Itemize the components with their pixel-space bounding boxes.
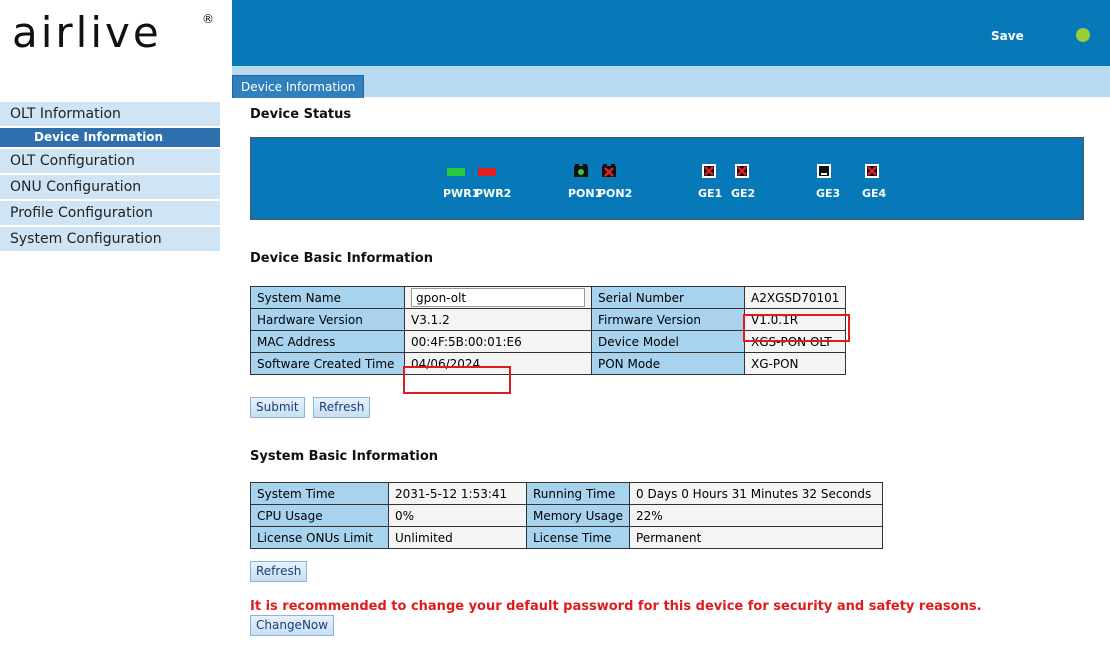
submit-button[interactable]: Submit — [250, 397, 305, 418]
save-button[interactable]: Save — [991, 29, 1024, 43]
system-name-input[interactable] — [411, 288, 585, 307]
device-status-panel: PWR1 PWR2 PON1 PON2 GE1 GE2 GE3 GE4 — [250, 137, 1084, 220]
ge3-port-icon — [817, 164, 831, 178]
memory-usage-label: Memory Usage — [525, 504, 631, 527]
ge4-label: GE4 — [862, 187, 887, 200]
logo-area: airlive ® — [0, 0, 232, 97]
serial-number-value: A2XGSD70101 — [743, 286, 847, 309]
refresh-device-info-button[interactable]: Refresh — [313, 397, 371, 418]
firmware-version-highlight — [743, 314, 850, 342]
change-now-button[interactable]: ChangeNow — [250, 615, 335, 636]
hardware-version-label: Hardware Version — [250, 308, 405, 331]
ge1-port-icon — [702, 164, 716, 178]
pon-mode-label: PON Mode — [591, 352, 745, 375]
ge1-label: GE1 — [698, 187, 723, 200]
serial-number-label: Serial Number — [591, 286, 745, 309]
running-time-label: Running Time — [525, 482, 631, 505]
sidebar-item-device-information[interactable]: Device Information — [0, 128, 220, 149]
cpu-usage-value: 0% — [388, 504, 527, 527]
ge2-label: GE2 — [731, 187, 756, 200]
firmware-version-label: Firmware Version — [591, 308, 745, 331]
hardware-version-value: V3.1.2 — [404, 308, 592, 331]
table-row: System Name Serial Number A2XGSD70101 — [250, 286, 847, 309]
ge3-label: GE3 — [816, 187, 841, 200]
ge4-port-icon — [865, 164, 879, 178]
pwr1-label: PWR1 — [443, 187, 480, 200]
device-status-title: Device Status — [250, 107, 352, 122]
pwr2-led — [478, 168, 496, 176]
top-bar — [232, 0, 1110, 66]
registered-mark: ® — [202, 12, 214, 26]
license-time-label: License Time — [525, 526, 631, 549]
table-row: License ONUs Limit Unlimited License Tim… — [250, 526, 884, 549]
table-row: CPU Usage 0% Memory Usage 22% — [250, 504, 884, 527]
system-name-label: System Name — [250, 286, 405, 309]
airlive-logo: airlive — [12, 8, 162, 57]
system-name-cell — [404, 286, 592, 309]
sidebar-item-onu-configuration[interactable]: ONU Configuration — [0, 175, 220, 201]
pwr2-label: PWR2 — [475, 187, 512, 200]
pon-mode-value: XG-PON — [743, 352, 847, 375]
refresh-system-info-button[interactable]: Refresh — [250, 561, 308, 582]
sidebar-item-profile-configuration[interactable]: Profile Configuration — [0, 201, 220, 227]
pon2-port-icon — [602, 164, 616, 177]
table-row: System Time 2031-5-12 1:53:41 Running Ti… — [250, 482, 884, 505]
license-onus-limit-value: Unlimited — [388, 526, 527, 549]
system-time-label: System Time — [250, 482, 389, 505]
software-created-time-label: Software Created Time — [250, 352, 405, 375]
device-basic-info-title: Device Basic Information — [250, 251, 433, 266]
password-warning: It is recommended to change your default… — [250, 599, 982, 614]
license-time-value: Permanent — [629, 526, 884, 549]
sidebar-item-olt-information[interactable]: OLT Information — [0, 102, 220, 128]
mac-address-label: MAC Address — [250, 330, 405, 353]
system-basic-info-table: System Time 2031-5-12 1:53:41 Running Ti… — [250, 482, 884, 549]
software-created-time-highlight — [403, 366, 511, 394]
ge2-port-icon — [735, 164, 749, 178]
device-model-label: Device Model — [591, 330, 745, 353]
sidebar: OLT Information Device Information OLT C… — [0, 102, 220, 253]
mac-address-value: 00:4F:5B:00:01:E6 — [404, 330, 592, 353]
pon2-label: PON2 — [598, 187, 633, 200]
sidebar-item-olt-configuration[interactable]: OLT Configuration — [0, 149, 220, 175]
tab-device-information[interactable]: Device Information — [232, 75, 365, 98]
sidebar-item-system-configuration[interactable]: System Configuration — [0, 227, 220, 253]
table-row: Software Created Time 04/06/2024 PON Mod… — [250, 352, 847, 375]
system-basic-info-title: System Basic Information — [250, 449, 439, 464]
running-time-value: 0 Days 0 Hours 31 Minutes 32 Seconds — [629, 482, 884, 505]
status-indicator — [1076, 28, 1090, 42]
system-time-value: 2031-5-12 1:53:41 — [388, 482, 527, 505]
memory-usage-value: 22% — [629, 504, 884, 527]
tab-bar: Device Information — [232, 66, 1110, 98]
pon1-port-icon — [574, 164, 588, 177]
cpu-usage-label: CPU Usage — [250, 504, 389, 527]
license-onus-limit-label: License ONUs Limit — [250, 526, 389, 549]
pwr1-led — [447, 168, 465, 176]
